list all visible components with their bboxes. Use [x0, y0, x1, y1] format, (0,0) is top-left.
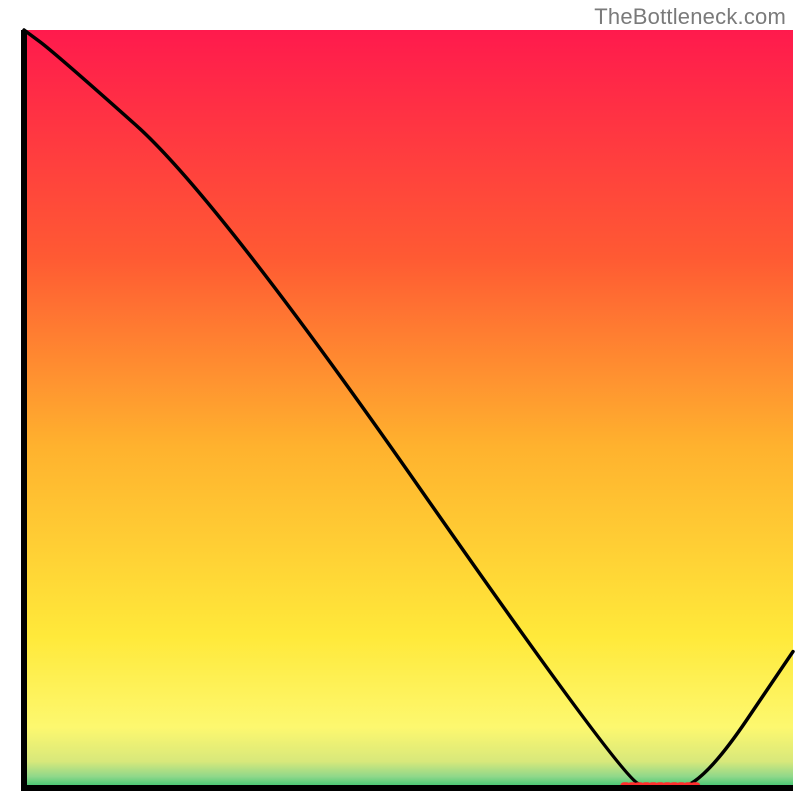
plot-area — [24, 30, 793, 788]
chart-container: TheBottleneck.com — [0, 0, 800, 800]
bottleneck-chart — [0, 0, 800, 800]
watermark-text: TheBottleneck.com — [594, 4, 786, 30]
